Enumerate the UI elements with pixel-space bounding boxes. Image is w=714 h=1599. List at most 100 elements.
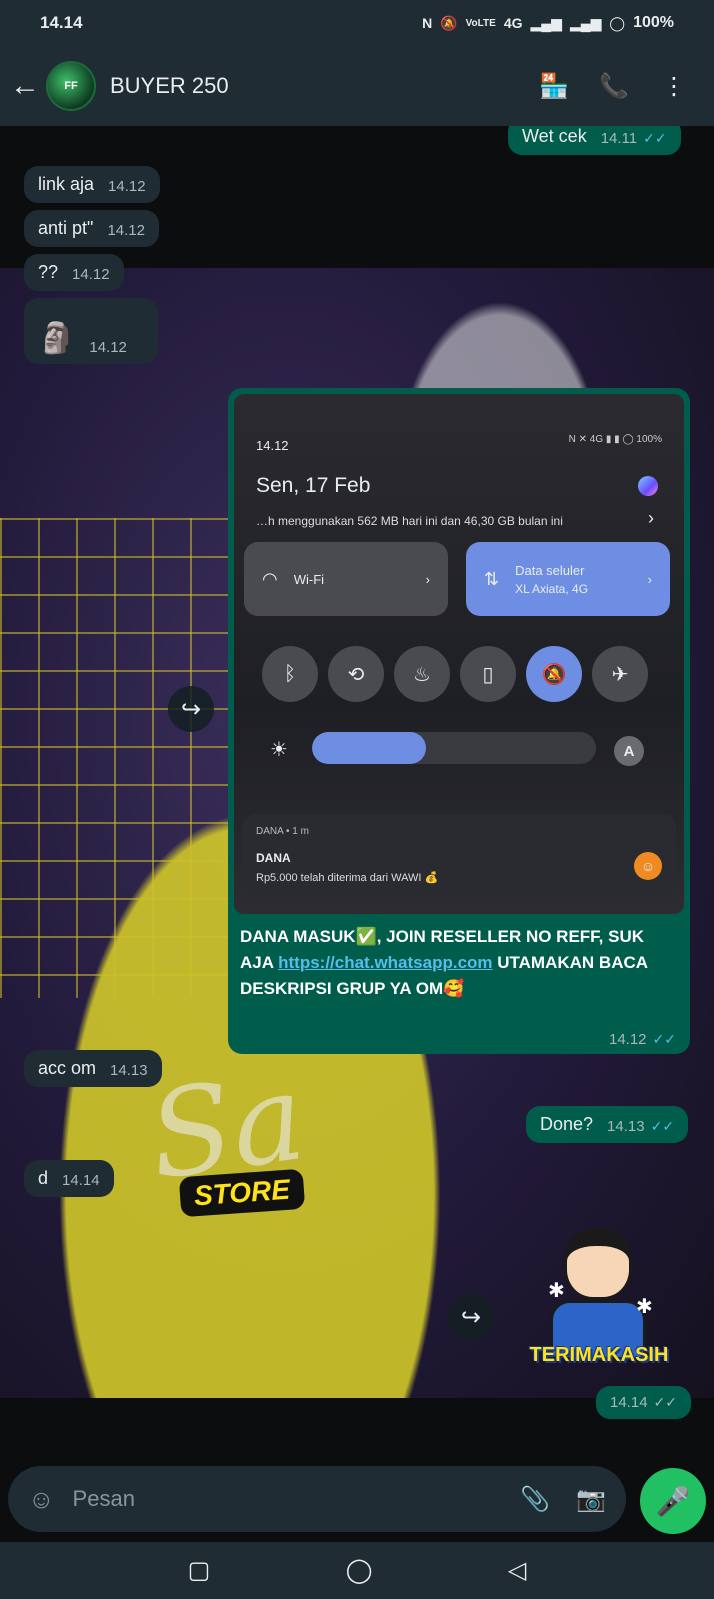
message-text: link aja (38, 174, 95, 194)
mute-icon: 🔕 (440, 14, 458, 31)
volte-label: VoLTE (465, 17, 496, 29)
chevron-right-icon: › (647, 571, 652, 587)
brightness-icon: ☀ (270, 739, 288, 761)
wifi-tile: ◠ Wi-Fi › (244, 542, 448, 616)
network-type: 4G (503, 15, 523, 31)
shop-icon[interactable]: 🏪 (524, 72, 584, 101)
message-bubble-incoming-sticker[interactable]: 🗿 14.12 (24, 298, 158, 364)
wifi-icon: ◠ (262, 568, 278, 589)
contact-name[interactable]: BUYER 250 (110, 73, 524, 99)
attach-icon[interactable]: 📎 (520, 1485, 550, 1514)
status-time: 14.14 (40, 13, 83, 32)
microphone-button[interactable]: 🎤 (640, 1468, 706, 1534)
sparkle-icon: ✱ (548, 1280, 565, 1302)
signal-icon: ▂▄▆ (569, 14, 602, 31)
vibrate-icon: ▯ (460, 646, 516, 702)
read-ticks-icon: ✓✓ (652, 1031, 676, 1047)
sticker-thank-you[interactable]: ✱ ✱ TERIMAKASIH (524, 1218, 674, 1388)
wallpaper-store-label: STORE (178, 1168, 306, 1218)
back-triangle-icon[interactable]: ◁ (508, 1556, 526, 1585)
nfc-icon: N (422, 15, 433, 31)
message-time: 14.13 (110, 1062, 148, 1079)
read-ticks-icon: ✓✓ (650, 1118, 675, 1134)
message-text: anti pt" (38, 218, 94, 238)
message-text: d (38, 1168, 49, 1188)
status-icons: N 🔕 VoLTE 4G ▂▄▆ ▂▄▆ ◯ 100% (422, 14, 674, 32)
assistant-icon (638, 476, 658, 496)
message-text: Wet cek (522, 126, 587, 146)
chat-area[interactable]: Sa STORE Wet cek 14.11 ✓✓ link aja 14.12 … (0, 126, 714, 1458)
notification-card: DANA • 1 m DANA Rp5.000 telah diterima d… (242, 814, 676, 902)
status-bar: 14.14 N 🔕 VoLTE 4G ▂▄▆ ▂▄▆ ◯ 100% (0, 0, 714, 46)
message-time: 14.12 (108, 178, 146, 195)
mute-icon: 🔕 (526, 646, 582, 702)
auto-brightness-icon: A (614, 736, 644, 766)
back-arrow-icon[interactable]: ← (10, 69, 46, 103)
read-ticks-icon: ✓✓ (643, 130, 667, 146)
message-bubble-incoming[interactable]: anti pt" 14.12 (24, 210, 159, 247)
screenshot-date: Sen, 17 Feb (256, 474, 371, 497)
notification-avatar-icon: ☺ (634, 852, 662, 880)
add-call-icon[interactable]: 📞 (584, 72, 644, 101)
notification-app: DANA • 1 m (256, 826, 309, 837)
message-input[interactable] (72, 1486, 495, 1512)
notification-body: Rp5.000 telah diterima dari WAWI 💰 (256, 872, 439, 884)
group-invite-link[interactable]: https://chat.whatsapp.com (278, 953, 492, 972)
message-text: acc om (38, 1058, 97, 1078)
message-time: 14.14 (62, 1172, 100, 1189)
airplane-icon: ✈ (592, 646, 648, 702)
more-options-icon[interactable]: ⋮ (644, 72, 704, 101)
flashlight-icon: ♨ (394, 646, 450, 702)
message-meta: 14.11 ✓✓ (600, 130, 667, 147)
recents-icon[interactable]: ▢ (188, 1556, 211, 1585)
message-time: 14.12 (89, 339, 127, 356)
message-time: 14.12 (107, 222, 145, 239)
brightness-slider (312, 732, 596, 764)
sticker-label: TERIMAKASIH (529, 1344, 669, 1366)
chevron-right-icon: › (425, 571, 430, 587)
wallpaper-grid (0, 518, 240, 998)
message-bubble-incoming[interactable]: d 14.14 (24, 1160, 114, 1197)
image-message-bubble[interactable]: 14.12 N ✕ 4G ▮ ▮ ◯ 100% Sen, 17 Feb …h m… (228, 388, 690, 1054)
message-bubble-outgoing[interactable]: 14.14 ✓✓ (596, 1386, 692, 1419)
signal-icon: ▂▄▆ (530, 14, 562, 31)
camera-icon[interactable]: 📷 (576, 1485, 606, 1514)
sticker-face-icon: 🗿 (38, 322, 76, 355)
message-input-bar: ☺ 📎 📷 🎤 (0, 1458, 714, 1542)
sparkle-icon: ✱ (636, 1296, 653, 1318)
chevron-right-icon: › (648, 508, 654, 528)
sticker-character-head (564, 1228, 632, 1300)
screenshot-status: N ✕ 4G ▮ ▮ ◯ 100% (568, 434, 662, 445)
screenshot-time: 14.12 (256, 438, 289, 453)
message-meta: 14.12 ✓✓ (608, 1031, 676, 1048)
message-bubble-outgoing[interactable]: Wet cek 14.11 ✓✓ (508, 126, 681, 155)
microphone-icon: 🎤 (655, 1485, 691, 1517)
home-icon[interactable]: ◯ (346, 1556, 373, 1585)
sticker-emoji-icon[interactable]: ☺ (28, 1484, 55, 1515)
forward-icon[interactable]: ↪ (448, 1294, 494, 1340)
mobile-data-tile: ⇅ Data seluler XL Axiata, 4G › (466, 542, 670, 616)
read-ticks-icon: ✓✓ (653, 1394, 678, 1410)
message-field[interactable]: ☺ 📎 📷 (8, 1466, 626, 1532)
message-bubble-incoming[interactable]: link aja 14.12 (24, 166, 160, 203)
screenshot-usage: …h menggunakan 562 MB hari ini dan 46,30… (256, 514, 563, 528)
data-arrows-icon: ⇅ (484, 568, 500, 589)
message-time: 14.12 (72, 266, 110, 283)
message-bubble-incoming[interactable]: ?? 14.12 (24, 254, 124, 291)
forward-icon[interactable]: ↪ (168, 686, 214, 732)
bluetooth-icon: ᛒ (262, 646, 318, 702)
message-meta: 14.13 ✓✓ (607, 1118, 675, 1135)
image-caption: DANA MASUK✅, JOIN RESELLER NO REFF, SUK … (240, 927, 648, 998)
avatar[interactable]: FF (46, 61, 96, 111)
message-bubble-incoming[interactable]: acc om 14.13 (24, 1050, 162, 1087)
battery-icon: ◯ (609, 14, 626, 31)
image-attachment[interactable]: 14.12 N ✕ 4G ▮ ▮ ◯ 100% Sen, 17 Feb …h m… (234, 394, 684, 914)
message-bubble-outgoing[interactable]: Done? 14.13 ✓✓ (526, 1106, 689, 1143)
system-nav-bar: ▢ ◯ ◁ (0, 1542, 714, 1599)
notification-title: DANA (256, 851, 291, 865)
message-text: ?? (38, 262, 59, 282)
auto-rotate-icon: ⟲ (328, 646, 384, 702)
battery-level: 100% (633, 14, 674, 31)
chat-header: ← FF BUYER 250 🏪 📞 ⋮ (0, 46, 714, 126)
message-meta: 14.14 ✓✓ (610, 1394, 678, 1411)
